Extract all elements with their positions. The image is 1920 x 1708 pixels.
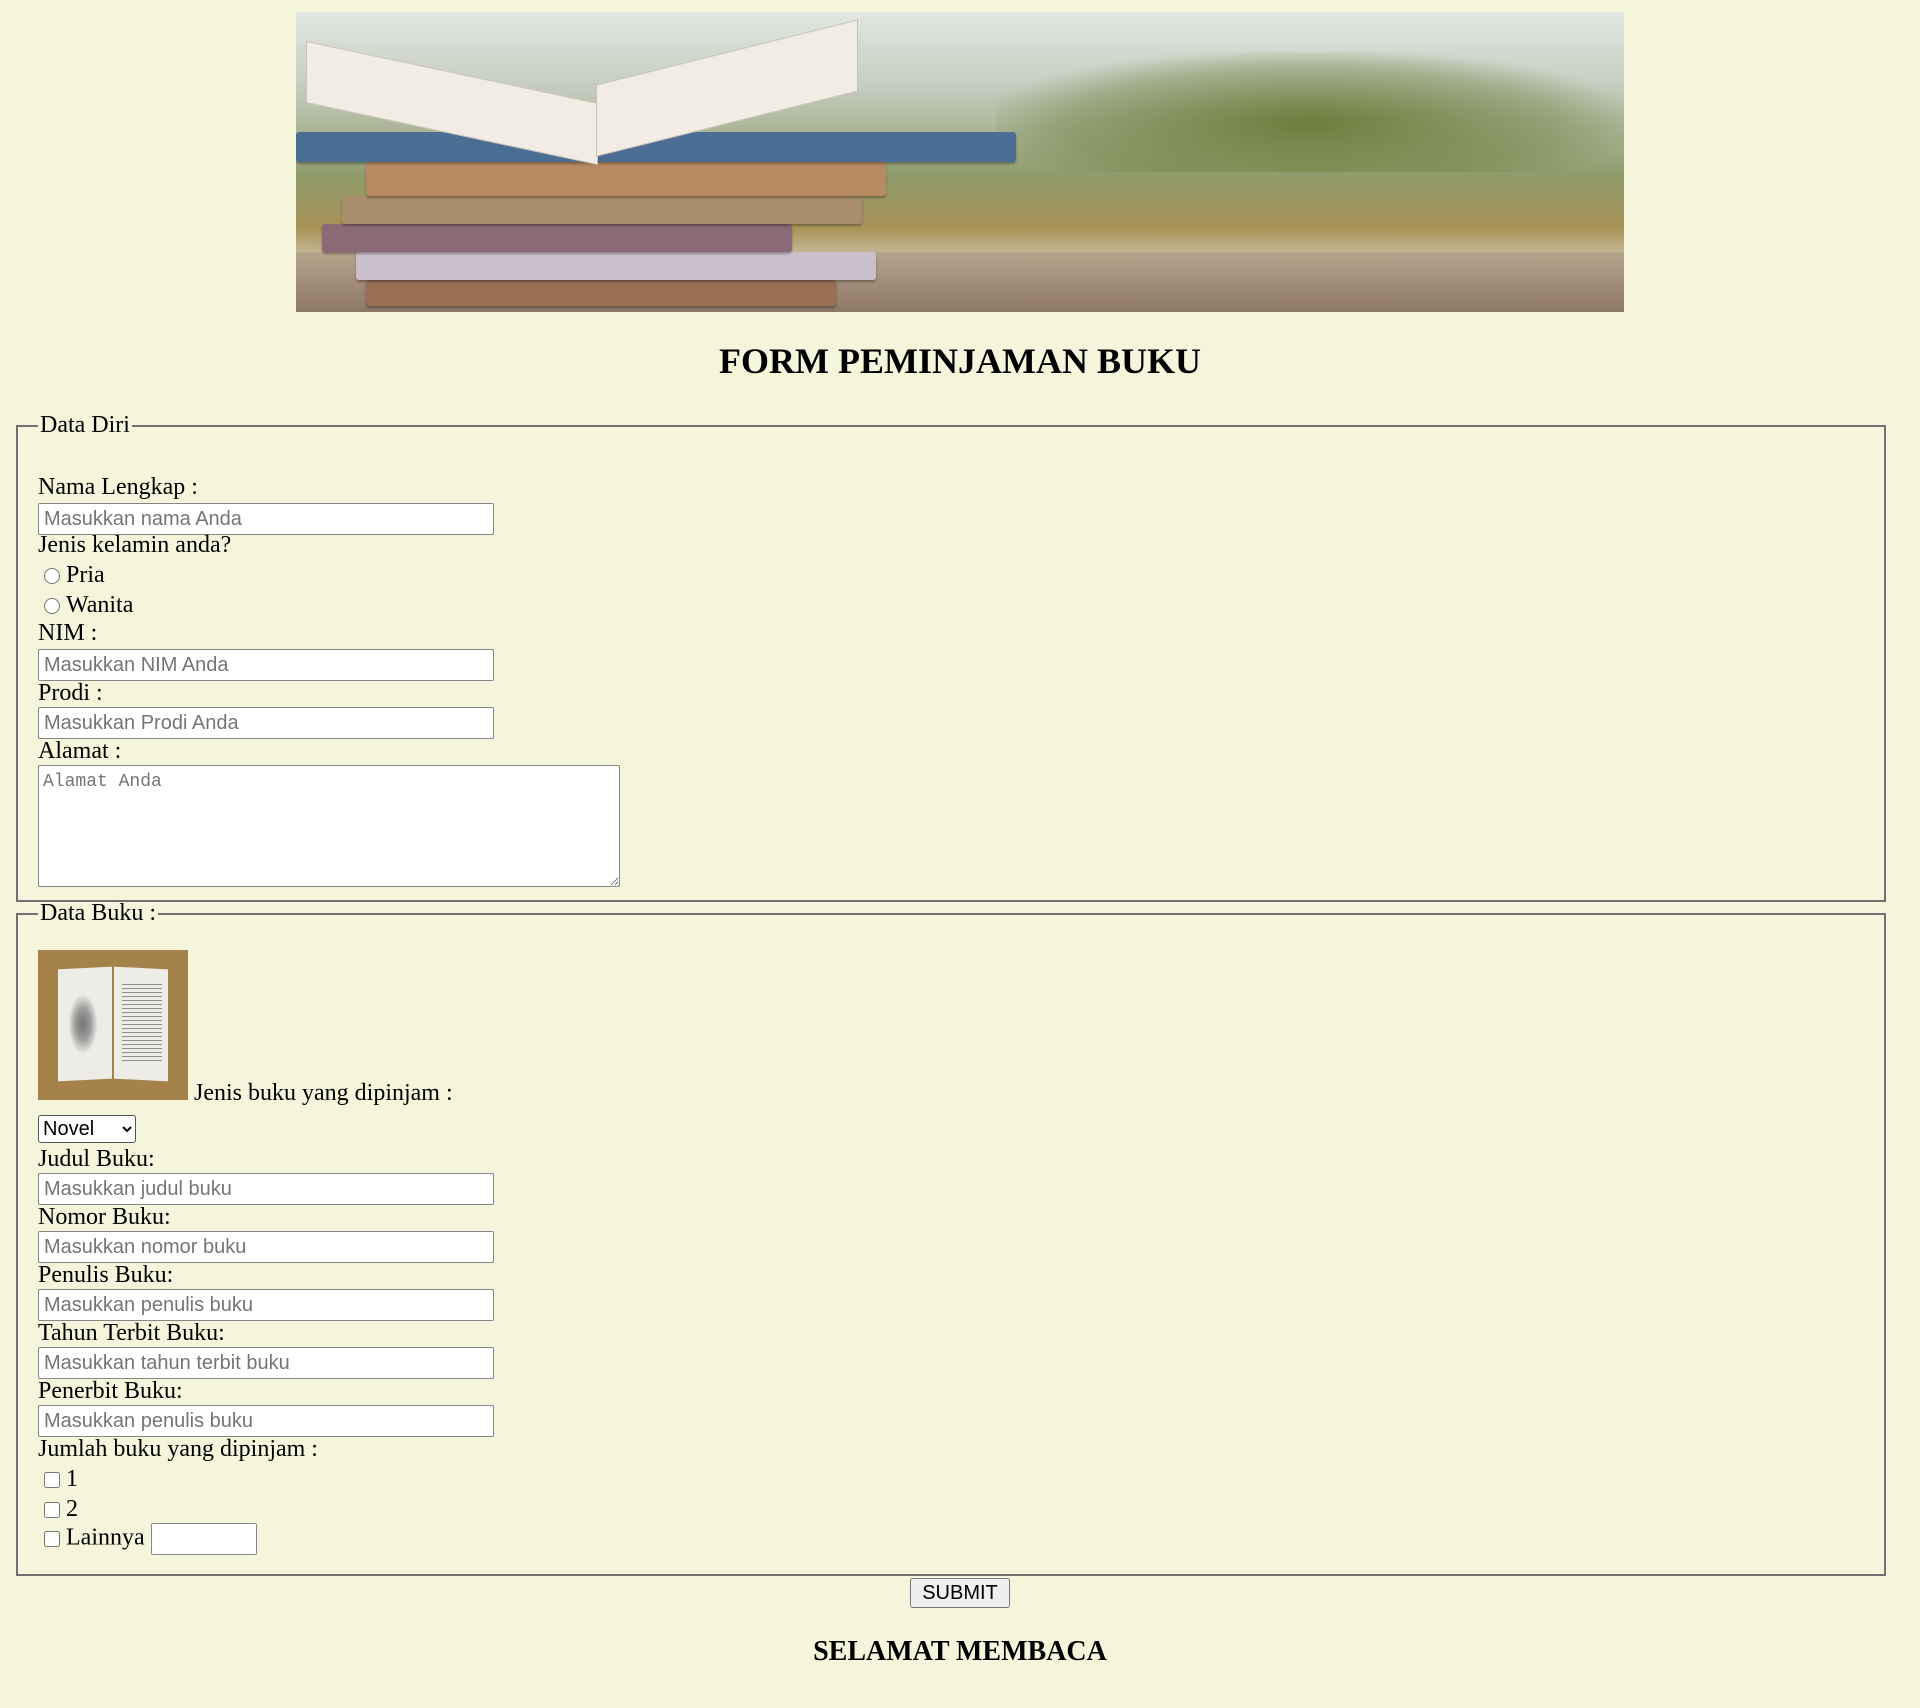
alamat-label: Alamat : bbox=[38, 738, 122, 764]
wanita-radio[interactable] bbox=[44, 598, 60, 615]
nomor-label: Nomor Buku: bbox=[38, 1204, 171, 1230]
jumlah-2-label: 2 bbox=[66, 1496, 78, 1522]
banner-book bbox=[356, 252, 876, 280]
gender-option-wanita[interactable]: Wanita bbox=[38, 591, 133, 619]
footer-message: SELAMAT MEMBACA bbox=[813, 1636, 1107, 1667]
nama-label: Nama Lengkap : bbox=[38, 474, 198, 500]
jenis-buku-label: Jenis buku yang dipinjam : bbox=[194, 1080, 453, 1106]
judul-input[interactable] bbox=[38, 1173, 494, 1205]
pria-label: Pria bbox=[66, 562, 105, 588]
penulis-input[interactable] bbox=[38, 1289, 494, 1321]
jumlah-1-label: 1 bbox=[66, 1466, 78, 1492]
open-book-image bbox=[38, 950, 188, 1100]
jumlah-lainnya-checkbox[interactable] bbox=[44, 1531, 60, 1547]
penerbit-label: Penerbit Buku: bbox=[38, 1378, 183, 1404]
data-buku-fieldset: Data Buku : Jenis buku yang dipinjam : N… bbox=[16, 900, 1886, 1576]
penulis-label: Penulis Buku: bbox=[38, 1262, 174, 1288]
banner-book bbox=[322, 224, 792, 252]
jumlah-lainnya-input[interactable] bbox=[150, 1523, 257, 1555]
jumlah-option-lainnya[interactable]: Lainnya bbox=[38, 1523, 257, 1555]
nim-label: NIM : bbox=[38, 620, 98, 646]
data-diri-legend: Data Diri bbox=[40, 412, 130, 438]
gender-label: Jenis kelamin anda? bbox=[38, 532, 232, 558]
jumlah-label: Jumlah buku yang dipinjam : bbox=[38, 1436, 318, 1462]
data-diri-fieldset: Data Diri Nama Lengkap : Jenis kelamin a… bbox=[16, 412, 1886, 902]
banner-book bbox=[366, 280, 836, 306]
nomor-input[interactable] bbox=[38, 1231, 494, 1263]
prodi-input[interactable] bbox=[38, 707, 494, 739]
banner-background-blur bbox=[996, 52, 1624, 172]
submit-button[interactable]: SUBMIT bbox=[910, 1578, 1010, 1608]
banner-book bbox=[342, 196, 862, 224]
banner-book bbox=[366, 162, 886, 196]
tahun-label: Tahun Terbit Buku: bbox=[38, 1320, 225, 1346]
judul-label: Judul Buku: bbox=[38, 1146, 155, 1172]
alamat-textarea[interactable] bbox=[38, 765, 620, 887]
nim-input[interactable] bbox=[38, 649, 494, 681]
penerbit-input[interactable] bbox=[38, 1405, 494, 1437]
gender-option-pria[interactable]: Pria bbox=[38, 561, 105, 589]
page-title: FORM PEMINJAMAN BUKU bbox=[719, 341, 1201, 381]
book-illustration bbox=[68, 994, 98, 1054]
pria-radio[interactable] bbox=[44, 568, 60, 585]
banner-image bbox=[296, 12, 1624, 312]
book-text-lines bbox=[122, 984, 162, 1064]
jumlah-1-checkbox[interactable] bbox=[44, 1472, 60, 1489]
wanita-label: Wanita bbox=[66, 592, 134, 618]
jumlah-2-checkbox[interactable] bbox=[44, 1502, 60, 1519]
jumlah-lainnya-label: Lainnya bbox=[66, 1524, 145, 1551]
tahun-input[interactable] bbox=[38, 1347, 494, 1379]
jenis-buku-select[interactable]: Novel bbox=[38, 1115, 136, 1143]
prodi-label: Prodi : bbox=[38, 680, 103, 706]
data-buku-legend: Data Buku : bbox=[40, 900, 156, 926]
jumlah-option-2[interactable]: 2 bbox=[38, 1495, 78, 1523]
jumlah-option-1[interactable]: 1 bbox=[38, 1465, 78, 1493]
